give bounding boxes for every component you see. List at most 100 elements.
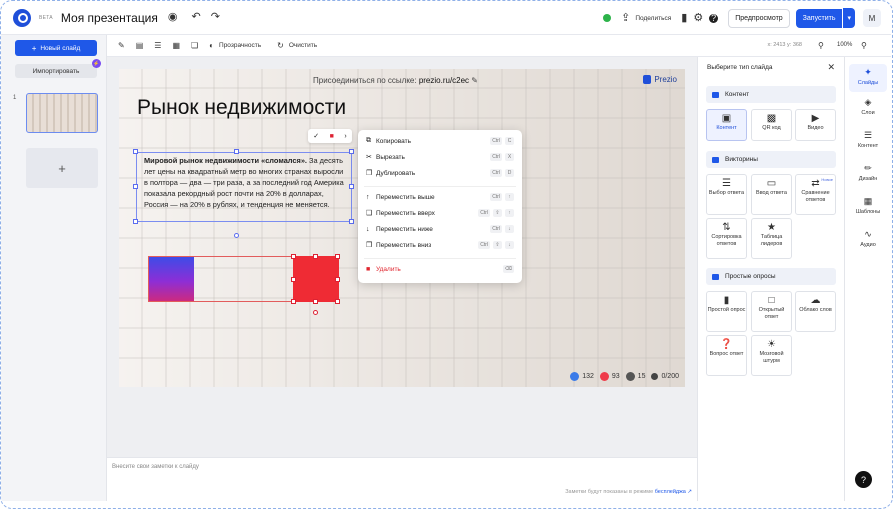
resize-handle[interactable] xyxy=(349,219,354,224)
resize-handle[interactable] xyxy=(133,149,138,154)
menu-item-move-down[interactable]: ↓ Переместить ниже Ctrl ↓ xyxy=(366,225,514,233)
shortcut-key: Ctrl xyxy=(490,169,502,177)
notes-area[interactable]: Внесите свои заметки к слайду Заметки бу… xyxy=(107,457,697,501)
chevron-right-icon[interactable]: › xyxy=(344,133,346,140)
duplicate-icon: ❐ xyxy=(366,170,373,177)
text-block[interactable]: Мировой рынок недвижимости «сломался». З… xyxy=(136,152,352,222)
eye-icon[interactable]: ◉ xyxy=(168,12,178,23)
card-compare[interactable]: Новое ⇄ Сравнение ответов xyxy=(795,174,836,215)
card-open-answer[interactable]: □ Открытый ответ xyxy=(751,291,792,332)
redo-icon[interactable]: ↷ xyxy=(211,12,220,23)
card-label: Вопрос ответ xyxy=(709,351,744,357)
card-qr[interactable]: ▩ QR код xyxy=(751,109,792,141)
undo-icon[interactable]: ↶ xyxy=(192,12,201,23)
table-icon[interactable]: ▦ xyxy=(172,41,180,50)
card-content[interactable]: ▣ Контент xyxy=(706,109,747,141)
nav-content[interactable]: ☰ Контент xyxy=(845,130,891,149)
transparency-button[interactable]: ◐ Прозрачность xyxy=(209,41,261,50)
run-dropdown-chevron-icon[interactable]: ▾ xyxy=(843,8,855,28)
nav-layers[interactable]: ◈ Слои xyxy=(845,97,891,116)
avatar[interactable]: М xyxy=(863,9,881,27)
shortcut-key: ↑ xyxy=(505,209,514,217)
notes-hint-link[interactable]: бесплейджа xyxy=(655,489,686,495)
beta-label: BETA xyxy=(39,14,53,21)
pen-icon[interactable]: ✎ xyxy=(118,41,125,50)
resize-handle[interactable] xyxy=(291,254,296,259)
fill-icon[interactable]: ▤ xyxy=(136,41,144,50)
notes-placeholder: Внесите свои заметки к слайду xyxy=(112,464,199,470)
layers-icon[interactable]: ❏ xyxy=(191,41,198,50)
nav-audio[interactable]: ∿ Аудио xyxy=(845,229,891,248)
sort-icon: ⇅ xyxy=(722,222,731,233)
resize-handle[interactable] xyxy=(313,299,318,304)
pencil-icon[interactable]: ✎ xyxy=(471,76,478,85)
menu-item-cut[interactable]: ✂ Вырезать Ctrl X xyxy=(366,153,514,161)
nav-templates[interactable]: ▦ Шаблоны xyxy=(845,196,891,215)
align-icon[interactable]: ☰ xyxy=(154,41,161,50)
engagement-stats: 132 93 15 0/200 xyxy=(564,372,679,381)
slide-heading[interactable]: Рынок недвижимости xyxy=(137,96,346,120)
help-button[interactable]: ? xyxy=(855,471,872,488)
run-button[interactable]: Запустить xyxy=(795,8,843,28)
resize-handle[interactable] xyxy=(133,219,138,224)
card-label: Открытый ответ xyxy=(758,307,785,320)
zoom-out-icon[interactable]: ⚲ xyxy=(818,41,824,50)
menu-item-delete[interactable]: ■ Удалить ⌫ xyxy=(366,265,514,273)
resize-handle[interactable] xyxy=(349,149,354,154)
heart-icon xyxy=(599,372,609,381)
menu-item-move-up[interactable]: ↑ Переместить выше Ctrl ↑ xyxy=(366,193,514,201)
card-sort[interactable]: ⇅ Сортировка ответов xyxy=(706,218,747,259)
add-slide-button[interactable]: + xyxy=(26,148,98,188)
card-input[interactable]: ▭ Ввод ответа xyxy=(751,174,792,215)
resize-handle[interactable] xyxy=(234,149,239,154)
nav-slides[interactable]: ✦ Слайды xyxy=(849,64,887,92)
nav-design[interactable]: ✏ Дизайн xyxy=(845,163,891,182)
red-rectangle[interactable] xyxy=(293,256,339,302)
resize-handle[interactable] xyxy=(291,277,296,282)
help-circle-icon[interactable]: ? xyxy=(709,13,719,23)
notes-hint-text: Заметки будут показаны в режиме xyxy=(565,489,654,495)
resize-handle[interactable] xyxy=(313,254,318,259)
close-icon[interactable]: ✕ xyxy=(827,62,835,73)
clear-button[interactable]: ↻ Очистить xyxy=(277,41,317,50)
upload-icon[interactable]: ⇪ xyxy=(621,12,630,24)
resize-handle[interactable] xyxy=(133,184,138,189)
resize-handle[interactable] xyxy=(335,299,340,304)
menu-item-move-bottom[interactable]: ❒ Переместить вниз Ctrl ⇧ ↓ xyxy=(366,241,514,249)
import-button[interactable]: Импортировать xyxy=(15,64,97,78)
menu-item-label: Вырезать xyxy=(376,153,405,161)
presentation-title[interactable]: Моя презентация xyxy=(61,11,158,25)
menu-item-duplicate[interactable]: ❐ Дублировать Ctrl D xyxy=(366,169,514,177)
card-label: Облако слов xyxy=(799,307,832,313)
rotate-handle[interactable] xyxy=(313,310,318,315)
card-leaderboard[interactable]: ★ Таблица лидеров xyxy=(751,218,792,259)
gear-icon[interactable]: ⚙ xyxy=(693,12,703,24)
prezio-logo-icon[interactable] xyxy=(13,8,31,27)
resize-handle[interactable] xyxy=(335,277,340,282)
card-video[interactable]: ▶ Видео xyxy=(795,109,836,141)
top-bar: BETA Моя презентация ◉ ↶ ↷ ⇪ Поделиться … xyxy=(1,1,891,35)
new-slide-button[interactable]: + Новый слайд xyxy=(15,40,97,56)
slide-thumbnail[interactable] xyxy=(26,93,98,133)
zoom-in-icon[interactable]: ⚲ xyxy=(861,41,867,50)
users-stat: 0/200 xyxy=(651,373,679,380)
card-brainstorm[interactable]: ☀ Мозговой штурм xyxy=(751,335,792,376)
resize-handle[interactable] xyxy=(291,299,296,304)
resize-handle[interactable] xyxy=(349,184,354,189)
menu-item-move-top[interactable]: ❑ Переместить вверх Ctrl ⇧ ↑ xyxy=(366,209,514,217)
card-choice[interactable]: ☰ Выбор ответа xyxy=(706,174,747,215)
menu-item-copy[interactable]: ⧉ Копировать Ctrl C xyxy=(366,137,514,145)
check-icon[interactable]: ✓ xyxy=(313,132,319,140)
resize-handle[interactable] xyxy=(335,254,340,259)
card-simple-poll[interactable]: ▮ Простой опрос xyxy=(706,291,747,332)
play-icon: ▶ xyxy=(811,113,820,124)
shortcut-key: ↓ xyxy=(505,241,514,249)
trash-icon[interactable]: ■ xyxy=(330,133,334,140)
card-qa[interactable]: ❓ Вопрос ответ xyxy=(706,335,747,376)
stats-icon[interactable]: ▮ xyxy=(681,12,687,24)
preview-button[interactable]: Предпросмотр xyxy=(728,8,790,28)
share-button[interactable]: Поделиться xyxy=(635,15,671,22)
hands-stat: 15 xyxy=(625,372,645,381)
card-word-cloud[interactable]: ☁ Облако слов xyxy=(795,291,836,332)
rotate-handle[interactable] xyxy=(234,233,239,238)
